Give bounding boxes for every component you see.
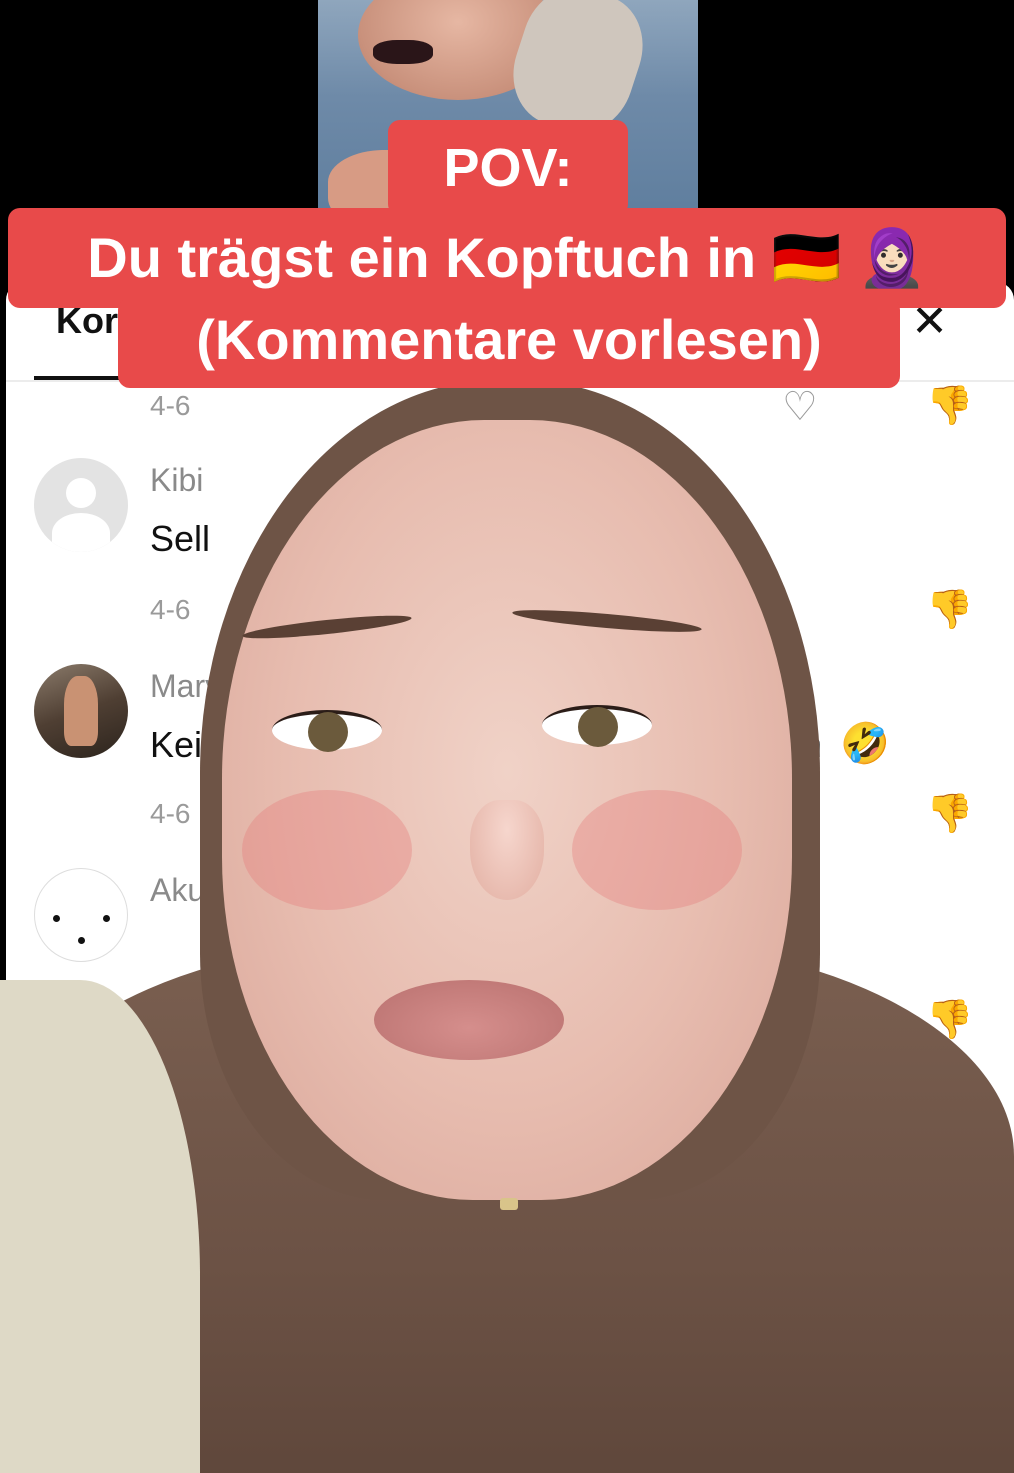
like-icon[interactable]: ♡ xyxy=(782,998,818,1044)
comment-meta: 4-6 xyxy=(150,798,191,829)
dislike-icon[interactable]: 👎 xyxy=(926,384,973,428)
avatar-eye xyxy=(103,915,110,922)
dislike-icon[interactable]: 👎 xyxy=(926,588,973,632)
comment-username[interactable]: Mary xyxy=(150,668,221,705)
comment-item: Mary Kein n 🤣 4-6 ♡ 👎 xyxy=(6,664,1014,864)
dislike-icon[interactable]: 👎 xyxy=(926,792,973,836)
comment-text: Sell xyxy=(150,518,211,559)
avatar-mouth xyxy=(78,937,85,944)
rofl-emoji: 🤣 xyxy=(840,722,890,766)
avatar-eye xyxy=(53,915,60,922)
dislike-icon[interactable]: 👎 xyxy=(926,998,973,1042)
avatar-figure xyxy=(64,676,98,746)
avatar[interactable] xyxy=(34,664,128,758)
like-icon[interactable]: ♡ xyxy=(782,384,818,430)
comment-meta: 4-6 xyxy=(150,390,191,421)
comment-text-tail: n xyxy=(802,724,823,765)
comment-item: Akun ♡ 👎 xyxy=(6,868,1014,1068)
caption-main: Du trägst ein Kopftuch in 🇩🇪 🧕🏻 xyxy=(8,208,1006,308)
comment-username[interactable]: Kibi xyxy=(150,462,203,499)
inset-lipstick xyxy=(373,40,433,64)
avatar[interactable] xyxy=(34,868,128,962)
comment-text: Kein xyxy=(150,724,223,765)
like-icon[interactable]: ♡ xyxy=(782,792,818,838)
comment-meta: 4-6 xyxy=(150,594,191,625)
avatar-head xyxy=(66,478,96,508)
comments-sheet: Kor ✕ 4-6 ♡ 👎 Kibi Sell 4-6 👎 Mary Kein … xyxy=(6,282,1014,1473)
avatar[interactable] xyxy=(34,458,128,552)
caption-sub: (Kommentare vorlesen) xyxy=(118,298,900,388)
avatar-body xyxy=(52,513,110,552)
caption-pov: POV: xyxy=(388,120,628,216)
comment-item: Kibi Sell 4-6 👎 xyxy=(6,458,1014,658)
comment-username[interactable]: Akun xyxy=(150,872,223,909)
